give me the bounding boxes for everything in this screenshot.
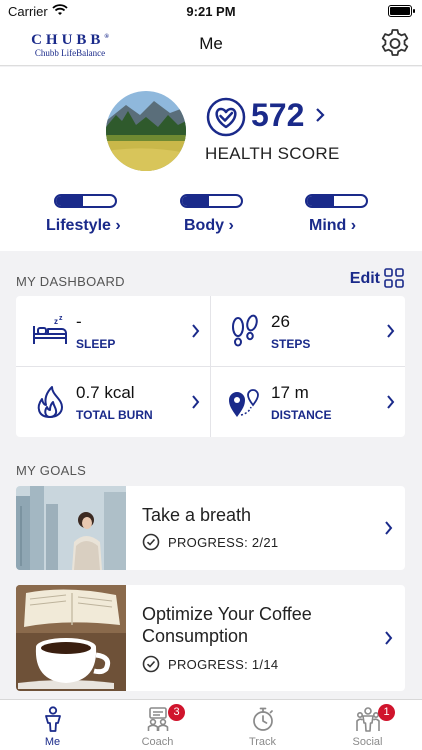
distance-label: DISTANCE (271, 408, 332, 422)
goal-image (16, 585, 126, 691)
goal-card[interactable]: Take a breath PROGRESS: 2/21 (16, 486, 405, 570)
steps-tile[interactable]: 26 STEPS (211, 296, 405, 366)
distance-value: 17 m (271, 383, 309, 402)
profile-avatar[interactable] (106, 91, 186, 171)
dashboard-card: z z - SLEEP 26 STEPS 0.7 kcal TOTAL BURN (16, 296, 405, 437)
steps-label: STEPS (271, 337, 311, 351)
distance-tile[interactable]: 17 m DISTANCE (211, 367, 405, 437)
mind-link[interactable]: Mind › (309, 217, 356, 235)
navigation-bar: CHUBB® Chubb LifeBalance Me (0, 22, 422, 66)
sleep-label: SLEEP (76, 337, 116, 351)
chevron-right-icon (385, 631, 393, 645)
chevron-right-icon[interactable] (314, 107, 326, 123)
heart-check-icon (206, 97, 246, 137)
health-score-panel: 572 HEALTH SCORE Lifestyle › Body › Mind… (0, 67, 422, 251)
grid-icon[interactable] (384, 268, 404, 288)
goal-title: Take a breath (142, 505, 252, 525)
social-badge: 1 (378, 704, 395, 721)
goal-card[interactable]: Optimize Your Coffee Consumption PROGRES… (16, 585, 405, 691)
lifestyle-link[interactable]: Lifestyle › (46, 217, 121, 235)
tab-label: Social (352, 736, 383, 748)
tab-label: Coach (141, 736, 174, 748)
clock: 9:21 PM (186, 4, 236, 19)
battery-icon (388, 5, 415, 17)
svg-text:z: z (59, 315, 63, 322)
health-score-value[interactable]: 572 (251, 97, 304, 134)
body-link[interactable]: Body › (184, 217, 234, 235)
goal-progress: PROGRESS: 1/14 (168, 657, 279, 672)
dashboard-section-title: MY DASHBOARD (16, 274, 125, 289)
chevron-right-icon (192, 324, 200, 338)
goal-title-line-1: Optimize Your Coffee (142, 604, 312, 624)
page-title: Me (199, 34, 223, 53)
goals-section-title: MY GOALS (16, 463, 87, 478)
sleep-tile[interactable]: z z - SLEEP (16, 296, 210, 366)
steps-value: 26 (271, 312, 290, 331)
footsteps-icon (232, 314, 258, 347)
tab-track[interactable]: Track (210, 700, 315, 750)
coach-badge: 3 (168, 704, 185, 721)
total-burn-label: TOTAL BURN (76, 408, 153, 422)
tab-bar: Me 3 Coach Track 1 Social (0, 699, 422, 750)
total-burn-value: 0.7 kcal (76, 383, 135, 402)
chevron-right-icon (385, 521, 393, 535)
tab-label: Me (44, 736, 61, 748)
chevron-right-icon (192, 395, 200, 409)
person-icon (45, 706, 61, 732)
settings-gear-icon[interactable] (378, 27, 412, 61)
body-progress-bar (180, 194, 243, 208)
edit-dashboard-button[interactable]: Edit (350, 270, 380, 288)
tab-me[interactable]: Me (0, 700, 105, 750)
goal-title-line-2: Consumption (142, 626, 249, 646)
lifestyle-progress-bar (54, 194, 117, 208)
tab-social[interactable]: 1 Social (315, 700, 420, 750)
status-bar: Carrier 9:21 PM (0, 0, 422, 22)
goal-image (16, 486, 126, 570)
total-burn-tile[interactable]: 0.7 kcal TOTAL BURN (16, 367, 210, 437)
svg-text:z: z (54, 317, 58, 326)
divider (16, 366, 405, 367)
health-score-label: HEALTH SCORE (205, 144, 340, 163)
mind-progress-bar (305, 194, 368, 208)
chevron-right-icon (387, 324, 395, 338)
group-icon (356, 707, 380, 732)
sleep-value: - (76, 312, 82, 331)
flame-icon (37, 386, 63, 418)
check-circle-icon (142, 533, 160, 551)
stopwatch-icon (253, 707, 273, 731)
coach-icon (147, 707, 169, 731)
chevron-right-icon (387, 395, 395, 409)
tab-label: Track (248, 736, 277, 748)
sleep-icon: z z (33, 315, 67, 344)
distance-icon (229, 389, 259, 417)
tab-coach[interactable]: 3 Coach (105, 700, 210, 750)
check-circle-icon (142, 655, 160, 673)
goal-progress: PROGRESS: 2/21 (168, 535, 279, 550)
